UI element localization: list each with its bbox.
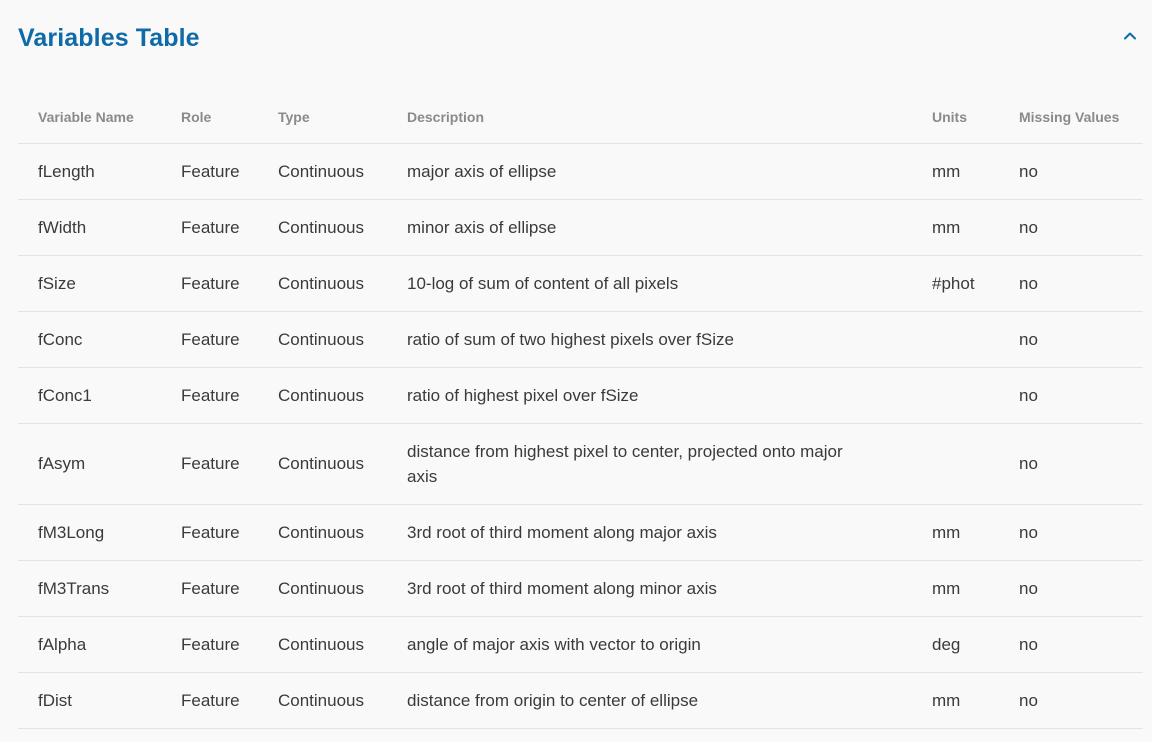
table-row: fWidth Feature Continuous minor axis of … (18, 199, 1143, 256)
table-row: fAsym Feature Continuous distance from h… (18, 423, 1143, 505)
cell-type: Continuous (258, 616, 387, 673)
cell-description: ratio of sum of two highest pixels over … (387, 311, 912, 368)
cell-role: Feature (161, 311, 258, 368)
table-row: fDist Feature Continuous distance from o… (18, 672, 1143, 729)
cell-type: Continuous (258, 311, 387, 368)
cell-units: mm (912, 672, 999, 729)
cell-units (912, 311, 999, 368)
cell-description: distance from highest pixel to center, p… (387, 423, 912, 505)
cell-missing-values: no (999, 311, 1143, 368)
cell-role: Feature (161, 255, 258, 312)
cell-variable-name: fConc1 (18, 367, 161, 424)
cell-role: Feature (161, 504, 258, 561)
cell-missing-values: no (999, 143, 1143, 200)
column-header-description: Description (387, 92, 912, 144)
cell-missing-values: no (999, 672, 1143, 729)
cell-units: #phot (912, 255, 999, 312)
cell-description: 10-log of sum of content of all pixels (387, 255, 912, 312)
cell-units: mm (912, 560, 999, 617)
column-header-type: Type (258, 92, 387, 144)
cell-type: Continuous (258, 143, 387, 200)
cell-role: Feature (161, 199, 258, 256)
cell-description: 3rd root of third moment along major axi… (387, 504, 912, 561)
cell-description: minor axis of ellipse (387, 199, 912, 256)
cell-description: major axis of ellipse (387, 143, 912, 200)
cell-type: Continuous (258, 504, 387, 561)
cell-missing-values: no (999, 199, 1143, 256)
table-row: fLength Feature Continuous major axis of… (18, 143, 1143, 200)
variables-table-section-header[interactable]: Variables Table (0, 0, 1152, 76)
cell-type: Continuous (258, 255, 387, 312)
cell-missing-values: no (999, 423, 1143, 505)
cell-description: angle of major axis with vector to origi… (387, 616, 912, 673)
variables-table: Variable Name Role Type Description Unit… (18, 92, 1143, 729)
cell-missing-values: no (999, 367, 1143, 424)
cell-type: Continuous (258, 367, 387, 424)
cell-variable-name: fM3Long (18, 504, 161, 561)
cell-type: Continuous (258, 560, 387, 617)
table-row: fM3Trans Feature Continuous 3rd root of … (18, 560, 1143, 617)
cell-units (912, 367, 999, 424)
cell-type: Continuous (258, 672, 387, 729)
cell-type: Continuous (258, 199, 387, 256)
cell-missing-values: no (999, 504, 1143, 561)
table-row: fConc Feature Continuous ratio of sum of… (18, 311, 1143, 368)
cell-variable-name: fAlpha (18, 616, 161, 673)
column-header-variable-name: Variable Name (18, 92, 161, 144)
cell-type: Continuous (258, 423, 387, 505)
cell-variable-name: fAsym (18, 423, 161, 505)
section-title: Variables Table (18, 24, 200, 52)
cell-role: Feature (161, 672, 258, 729)
cell-description: 3rd root of third moment along minor axi… (387, 560, 912, 617)
cell-missing-values: no (999, 255, 1143, 312)
cell-role: Feature (161, 616, 258, 673)
column-header-role: Role (161, 92, 258, 144)
cell-variable-name: fLength (18, 143, 161, 200)
cell-variable-name: fSize (18, 255, 161, 312)
cell-units (912, 423, 999, 505)
chevron-up-icon[interactable] (1122, 28, 1138, 44)
cell-role: Feature (161, 367, 258, 424)
cell-units: mm (912, 504, 999, 561)
table-row: fSize Feature Continuous 10-log of sum o… (18, 255, 1143, 312)
cell-variable-name: fDist (18, 672, 161, 729)
cell-role: Feature (161, 143, 258, 200)
cell-missing-values: no (999, 560, 1143, 617)
cell-variable-name: fM3Trans (18, 560, 161, 617)
table-header-row: Variable Name Role Type Description Unit… (18, 92, 1143, 144)
cell-description: distance from origin to center of ellips… (387, 672, 912, 729)
cell-description: ratio of highest pixel over fSize (387, 367, 912, 424)
table-row: fAlpha Feature Continuous angle of major… (18, 616, 1143, 673)
cell-role: Feature (161, 560, 258, 617)
cell-units: deg (912, 616, 999, 673)
cell-units: mm (912, 143, 999, 200)
cell-variable-name: fWidth (18, 199, 161, 256)
cell-units: mm (912, 199, 999, 256)
cell-variable-name: fConc (18, 311, 161, 368)
column-header-units: Units (912, 92, 999, 144)
table-row: fConc1 Feature Continuous ratio of highe… (18, 367, 1143, 424)
cell-missing-values: no (999, 616, 1143, 673)
column-header-missing-values: Missing Values (999, 92, 1143, 144)
table-row: fM3Long Feature Continuous 3rd root of t… (18, 504, 1143, 561)
cell-role: Feature (161, 423, 258, 505)
